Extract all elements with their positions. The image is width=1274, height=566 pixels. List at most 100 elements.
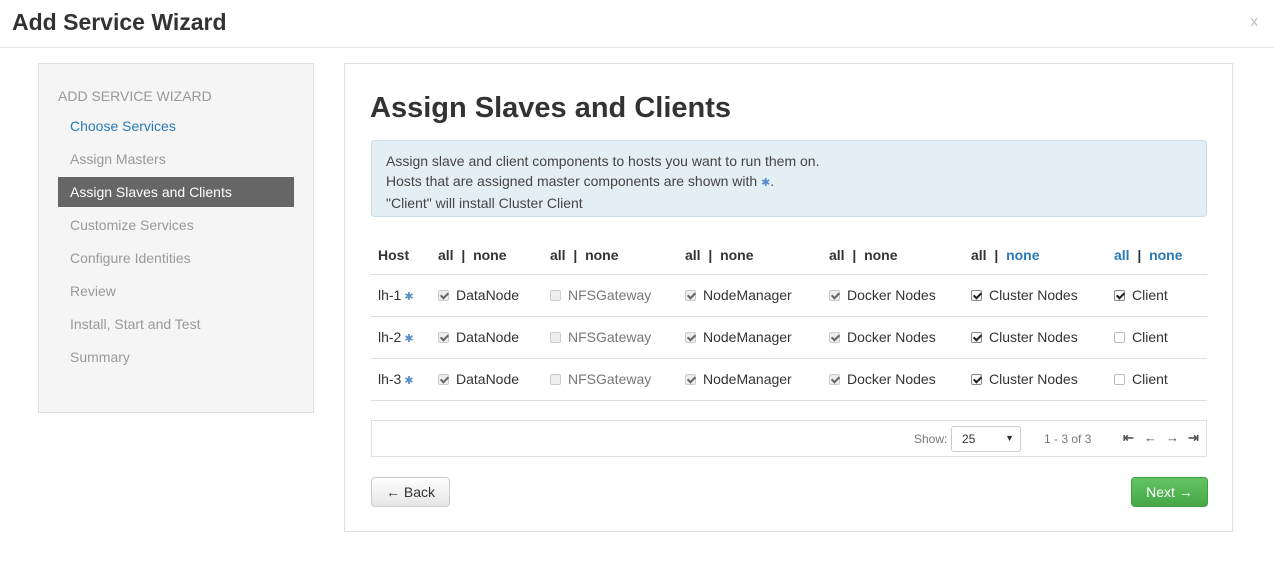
table-row: lh-2 ✱ DataNode NFSGateway NodeManager Docke… [371,316,1207,359]
next-page-icon[interactable]: → [1166,430,1179,445]
component-label: DataNode [456,287,520,303]
datanode-column-header: all | none [431,236,543,275]
component-label: Cluster Nodes [989,287,1078,303]
cluster-nodes-cell: Cluster Nodes [964,274,1107,317]
component-label: Cluster Nodes [989,371,1078,387]
master-star-icon: ✱ [401,291,414,303]
docker-column-header: all | none [822,236,964,275]
table-row: lh-3 ✱ DataNode NFSGateway NodeManager Docke… [371,358,1207,401]
component-label: NodeManager [703,371,792,387]
client-checkbox[interactable] [1114,332,1125,343]
datanode-checkbox [438,290,449,301]
page-title: Assign Slaves and Clients [370,92,732,124]
nodemanager-column-header: all | none [678,236,822,275]
host-cell: lh-3 ✱ [371,358,431,401]
client-column-header: all | none [1107,236,1207,275]
select-all-link[interactable]: all [550,247,566,263]
back-button[interactable]: ← Back [371,477,450,507]
select-all-link[interactable]: all [829,247,845,263]
docker-nodes-cell: Docker Nodes [822,316,964,359]
cluster-column-header: all | none [964,236,1107,275]
docker-nodes-checkbox [829,332,840,343]
next-button[interactable]: Next → [1131,477,1208,507]
wizard-sidebar: ADD SERVICE WIZARD Choose Services Assig… [38,63,314,413]
client-cell: Client [1107,274,1207,317]
page-range: 1 - 3 of 3 [1044,432,1092,446]
last-page-icon[interactable]: ⇥ [1188,430,1199,446]
alert-line-2: Hosts that are assigned master component… [386,173,775,189]
cluster-nodes-cell: Cluster Nodes [964,358,1107,401]
nfsgateway-checkbox [550,374,561,385]
sidebar-item-customize-services: Customize Services [70,217,194,233]
previous-page-icon[interactable]: ← [1144,430,1157,445]
pagination-bar: Show: 25 ▼ 1 - 3 of 3 ⇤ ← → ⇥ [371,420,1207,457]
master-star-icon: ✱ [401,375,414,387]
client-checkbox[interactable] [1114,290,1125,301]
cluster-nodes-checkbox[interactable] [971,332,982,343]
select-none-link[interactable]: none [585,247,618,263]
chevron-down-icon: ▼ [1005,433,1014,443]
cluster-nodes-checkbox[interactable] [971,374,982,385]
nfsgateway-cell: NFSGateway [543,274,678,317]
assignment-table: Host all | none all | none all | none al… [371,236,1207,401]
datanode-cell: DataNode [431,274,543,317]
sidebar-item-choose-services[interactable]: Choose Services [58,111,294,141]
select-none-link[interactable]: none [473,247,506,263]
datanode-cell: DataNode [431,316,543,359]
modal-header: Add Service Wizard x [0,0,1274,48]
nfsgateway-cell: NFSGateway [543,358,678,401]
host-cell: lh-2 ✱ [371,316,431,359]
sidebar-item-review: Review [70,283,116,299]
client-cell: Client [1107,358,1207,401]
first-page-icon[interactable]: ⇤ [1123,430,1134,446]
nodemanager-cell: NodeManager [678,358,822,401]
select-none-link[interactable]: none [720,247,753,263]
docker-nodes-checkbox [829,290,840,301]
select-all-link[interactable]: all [1114,247,1130,263]
component-label: NodeManager [703,329,792,345]
select-none-link[interactable]: none [1149,247,1182,263]
nodemanager-cell: NodeManager [678,274,822,317]
cluster-nodes-cell: Cluster Nodes [964,316,1107,359]
component-label: Client [1132,329,1168,345]
component-label: Docker Nodes [847,371,936,387]
close-button[interactable]: x [1251,13,1259,30]
select-all-link[interactable]: all [685,247,701,263]
select-all-link[interactable]: all [971,247,987,263]
datanode-checkbox [438,332,449,343]
select-all-link[interactable]: all [438,247,454,263]
modal-title: Add Service Wizard [12,9,227,35]
component-label: DataNode [456,371,520,387]
client-checkbox[interactable] [1114,374,1125,385]
nfsgateway-checkbox [550,290,561,301]
master-star-icon: ✱ [761,177,771,189]
alert-line-1: Assign slave and client components to ho… [386,153,820,169]
client-cell: Client [1107,316,1207,359]
table-row: lh-1 ✱ DataNode NFSGateway NodeManager Docke… [371,274,1207,317]
page-size-select[interactable]: 25 ▼ [951,426,1021,452]
component-label: Client [1132,371,1168,387]
select-none-link[interactable]: none [1006,247,1039,263]
sidebar-heading: ADD SERVICE WIZARD [58,88,212,104]
nfsgateway-column-header: all | none [543,236,678,275]
cluster-nodes-checkbox[interactable] [971,290,982,301]
sidebar-item-assign-masters: Assign Masters [70,151,166,167]
sidebar-item-configure-identities: Configure Identities [70,250,191,266]
component-label: Docker Nodes [847,329,936,345]
component-label: Docker Nodes [847,287,936,303]
alert-line-3: "Client" will install Cluster Client [386,195,583,211]
component-label: NFSGateway [568,371,652,387]
info-alert: Assign slave and client components to ho… [371,140,1207,217]
nfsgateway-cell: NFSGateway [543,316,678,359]
component-label: Cluster Nodes [989,329,1078,345]
component-label: DataNode [456,329,520,345]
nodemanager-checkbox [685,290,696,301]
sidebar-item-assign-slaves[interactable]: Assign Slaves and Clients [58,177,294,207]
host-cell: lh-1 ✱ [371,274,431,317]
nodemanager-checkbox [685,374,696,385]
main-panel: Assign Slaves and Clients Assign slave a… [344,63,1233,532]
datanode-checkbox [438,374,449,385]
docker-nodes-cell: Docker Nodes [822,358,964,401]
select-none-link[interactable]: none [864,247,897,263]
component-label: NodeManager [703,287,792,303]
